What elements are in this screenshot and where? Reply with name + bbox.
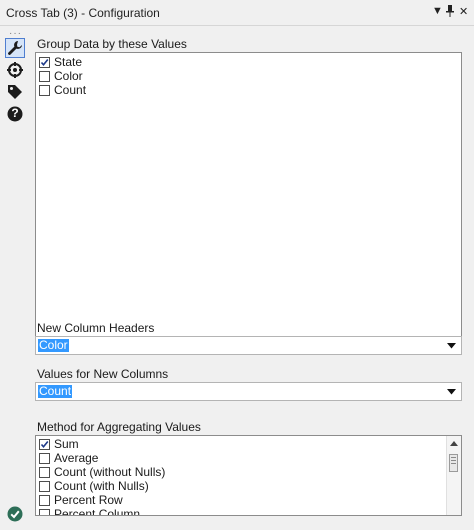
aggregation-method-listbox[interactable]: Sum Average Count (without Nulls) Count … (35, 435, 462, 516)
aggregation-item-percent-row[interactable]: Percent Row (39, 493, 123, 507)
aggregation-item-percent-column[interactable]: Percent Column (39, 507, 141, 516)
help-icon[interactable]: ? (5, 104, 25, 124)
crosshair-icon[interactable] (5, 60, 25, 80)
values-for-new-columns-select[interactable]: Count (35, 382, 462, 401)
group-by-item-label: Count (54, 83, 87, 97)
chevron-down-icon[interactable] (447, 343, 456, 349)
group-by-checkbox-state[interactable] (39, 56, 50, 68)
new-column-headers-label: New Column Headers (37, 321, 155, 335)
group-by-listbox[interactable]: State Color Count (35, 52, 462, 338)
group-by-item-color[interactable]: Color (39, 69, 83, 83)
title-bar: Cross Tab (3) - Configuration ▼ ✕ (0, 0, 474, 26)
aggregation-item-label: Sum (54, 437, 79, 451)
aggregation-item-label: Average (54, 451, 99, 465)
new-column-headers-select[interactable]: Color (35, 336, 462, 355)
group-by-item-label: Color (54, 69, 83, 83)
aggregation-checkbox-percent-row[interactable] (39, 494, 50, 506)
group-by-item-state[interactable]: State (39, 55, 82, 69)
aggregation-checkbox-sum[interactable] (39, 438, 50, 450)
chevron-down-icon[interactable] (447, 389, 456, 395)
aggregation-checkbox-count-without-nulls[interactable] (39, 466, 50, 478)
panel-menu-dropdown-icon[interactable]: ▼ (432, 5, 443, 17)
window-title: Cross Tab (3) - Configuration (6, 6, 160, 20)
group-by-checkbox-count[interactable] (39, 84, 50, 96)
aggregation-checkbox-average[interactable] (39, 452, 50, 464)
scrollbar-thumb[interactable] (449, 454, 458, 472)
aggregation-checkbox-count-with-nulls[interactable] (39, 480, 50, 492)
group-by-checkbox-color[interactable] (39, 70, 50, 82)
aggregation-item-count-with-nulls[interactable]: Count (with Nulls) (39, 479, 149, 493)
pin-icon[interactable] (445, 5, 455, 20)
group-by-label: Group Data by these Values (37, 37, 187, 51)
config-sidebar: ··· ? (0, 26, 30, 530)
aggregation-scrollbar[interactable] (446, 436, 461, 515)
aggregation-item-sum[interactable]: Sum (39, 437, 79, 451)
group-by-item-count[interactable]: Count (39, 83, 86, 97)
close-icon[interactable]: ✕ (459, 5, 468, 18)
aggregation-item-label: Percent Column (54, 507, 141, 516)
aggregation-item-label: Count (with Nulls) (54, 479, 149, 493)
aggregation-item-label: Percent Row (54, 493, 123, 507)
new-column-headers-value: Color (38, 338, 69, 352)
help-icon-glyph: ? (11, 106, 19, 120)
aggregation-method-label: Method for Aggregating Values (37, 420, 201, 434)
aggregation-item-label: Count (without Nulls) (54, 465, 166, 479)
group-by-item-label: State (54, 55, 83, 69)
aggregation-item-count-without-nulls[interactable]: Count (without Nulls) (39, 465, 165, 479)
configuration-form: Group Data by these Values State Color C… (30, 26, 474, 530)
aggregation-checkbox-percent-column[interactable] (39, 508, 50, 515)
values-for-new-columns-value: Count (38, 384, 73, 398)
wrench-icon[interactable] (5, 38, 25, 58)
status-ok-icon (7, 506, 23, 525)
scroll-up-arrow-icon[interactable] (450, 441, 458, 446)
tag-icon[interactable] (5, 82, 25, 102)
values-for-new-columns-label: Values for New Columns (37, 367, 169, 381)
aggregation-item-average[interactable]: Average (39, 451, 98, 465)
